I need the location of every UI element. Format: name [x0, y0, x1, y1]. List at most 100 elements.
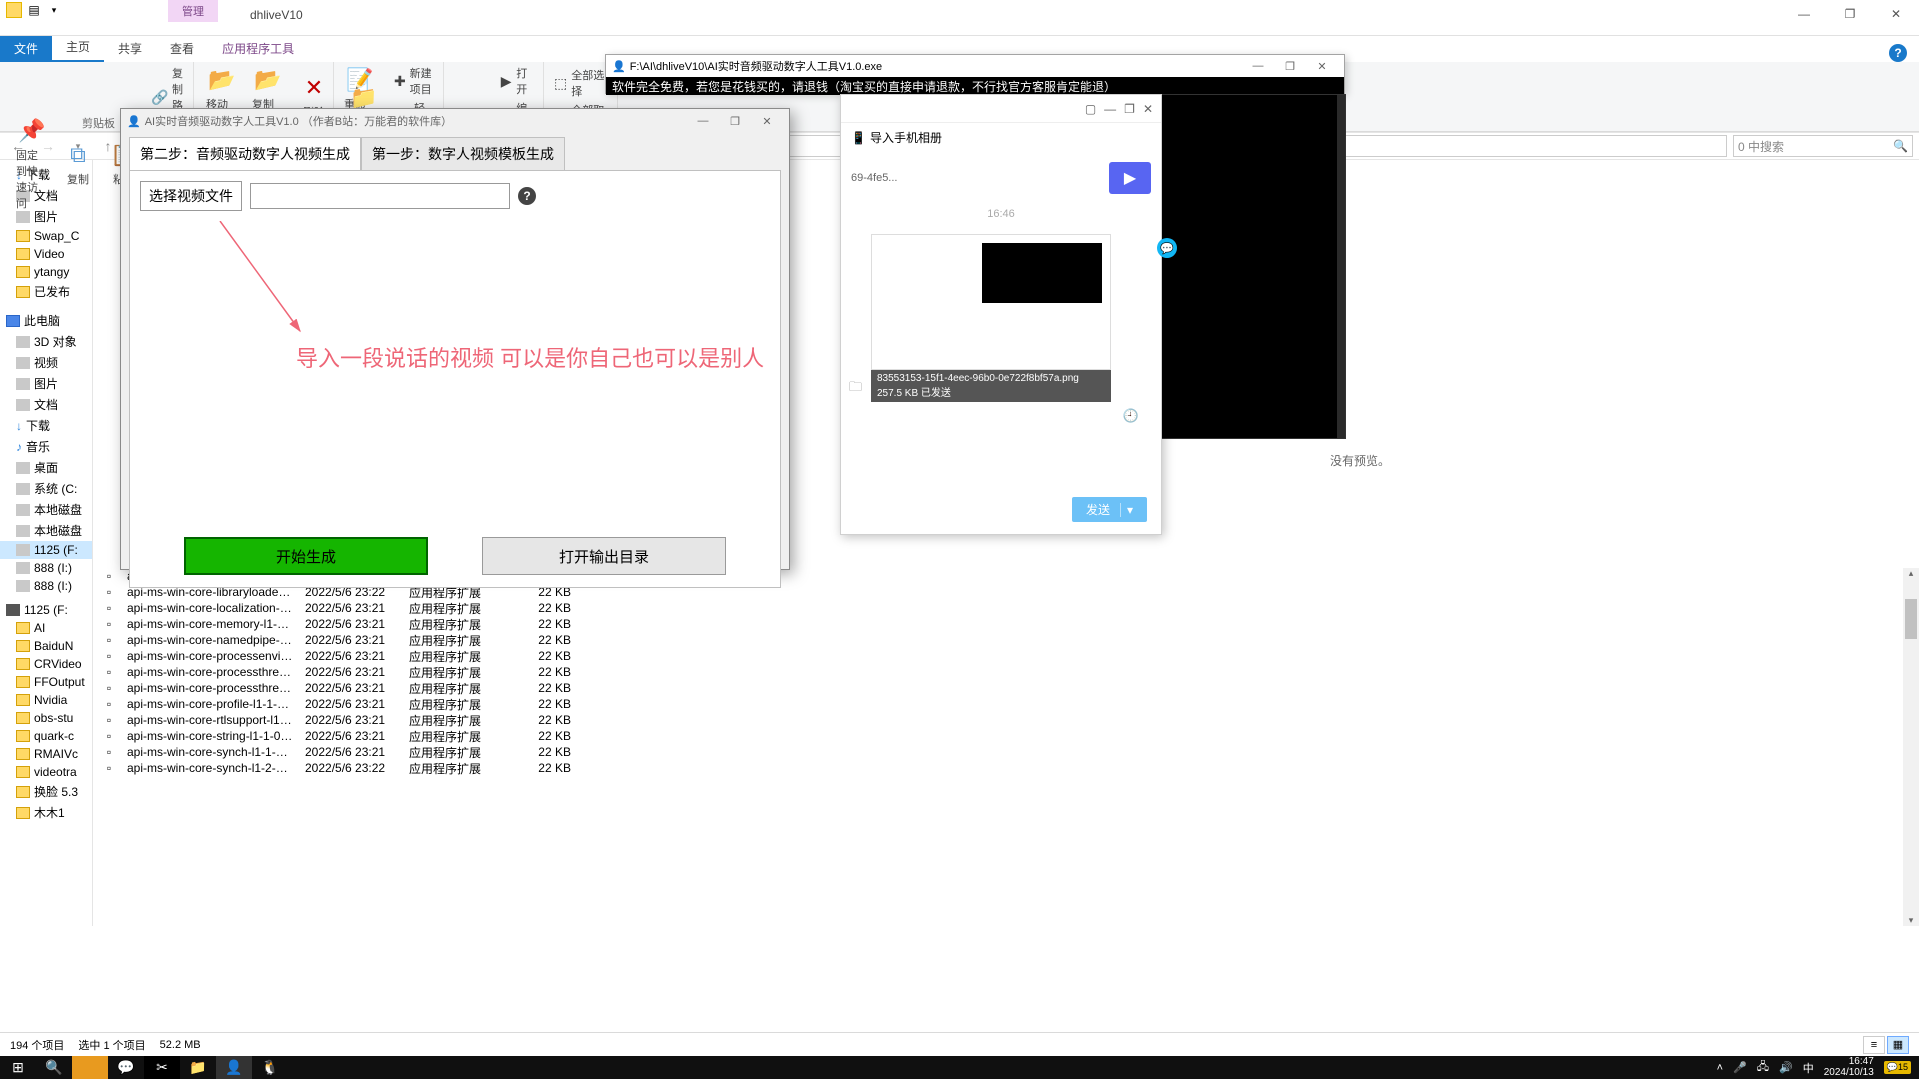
chat-titlebar[interactable]: ▢ — ❐ ✕ — [841, 95, 1161, 123]
tray-volume-icon[interactable]: 🔊 — [1779, 1061, 1793, 1074]
chat-maximize-button[interactable]: ❐ — [1124, 102, 1135, 116]
sidebar-item-thispc[interactable]: 此电脑 — [0, 310, 92, 331]
chat-image[interactable] — [871, 234, 1111, 370]
tab-app-tools[interactable]: 应用程序工具 — [208, 35, 308, 62]
open-button[interactable]: ▶打开 — [496, 64, 537, 98]
sidebar-item-published[interactable]: 已发布 — [0, 281, 92, 302]
search-button[interactable]: 🔍 — [36, 1056, 72, 1079]
sidebar-item-videotra[interactable]: videotra — [0, 763, 92, 781]
qat-dropdown-icon[interactable]: ▾ — [46, 2, 62, 18]
tray-network-icon[interactable]: 🖧 — [1757, 1058, 1769, 1077]
dialog-tab-step2[interactable]: 第二步：音频驱动数字人视频生成 — [129, 137, 361, 170]
table-row[interactable]: ▫ api-ms-win-core-memory-l1-1-0.dll 2022… — [93, 616, 1903, 632]
maximize-button[interactable]: ❐ — [1827, 0, 1873, 28]
start-generate-button[interactable]: 开始生成 — [184, 537, 428, 575]
tab-file[interactable]: 文件 — [0, 35, 52, 62]
chat-bubble[interactable]: 🗀 83553153-15f1-4eec-96b0-0e722f8bf57a.p… — [871, 234, 1151, 402]
sidebar-item-888b[interactable]: 888 (I:) — [0, 577, 92, 595]
sidebar-item-ai[interactable]: AI — [0, 619, 92, 637]
table-row[interactable]: ▫ api-ms-win-core-rtlsupport-l1-1-0.dll … — [93, 712, 1903, 728]
start-button[interactable]: ⊞ — [0, 1056, 36, 1079]
sidebar-item-desktop[interactable]: 桌面 — [0, 457, 92, 478]
sidebar-item-obs[interactable]: obs-stu — [0, 709, 92, 727]
sidebar-item-docs2[interactable]: 文档 — [0, 394, 92, 415]
task-qq-icon[interactable]: 🐧 — [252, 1056, 288, 1079]
close-button[interactable]: ✕ — [1873, 0, 1919, 28]
vertical-scrollbar[interactable]: ▴ ▾ — [1903, 568, 1919, 926]
task-aitool-icon[interactable]: 👤 — [216, 1056, 252, 1079]
chat-minimize-button[interactable]: — — [1104, 102, 1116, 116]
send-dropdown-icon[interactable]: ▾ — [1120, 503, 1133, 517]
sidebar-item-1125[interactable]: 1125 (F: — [0, 541, 92, 559]
dialog-titlebar[interactable]: 👤 AI实时音频驱动数字人工具V1.0 （作者B站：万能君的软件库） — ❐ ✕ — [121, 109, 789, 133]
navigation-pane[interactable]: ↓下载 文档 图片 Swap_C Video ytangy 已发布 此电脑 3D… — [0, 160, 93, 926]
task-explorer-icon[interactable] — [72, 1056, 108, 1079]
tab-manage[interactable]: 管理 — [168, 0, 218, 22]
video-path-input[interactable] — [250, 183, 510, 209]
sidebar-item-888[interactable]: 888 (I:) — [0, 559, 92, 577]
tray-ime[interactable]: 中 — [1803, 1060, 1814, 1076]
help-icon[interactable]: ? — [1889, 44, 1907, 62]
task-wechat-icon[interactable]: 💬 — [108, 1056, 144, 1079]
copy-button[interactable]: ⧉复制 — [56, 139, 100, 189]
chat-close-button[interactable]: ✕ — [1143, 102, 1153, 116]
select-all-button[interactable]: ⬚全部选择 — [550, 66, 611, 100]
sidebar-item-quark[interactable]: quark-c — [0, 727, 92, 745]
taskbar-clock[interactable]: 16:47 2024/10/13 — [1824, 1057, 1874, 1078]
sidebar-item-wood[interactable]: 木木1 — [0, 802, 92, 823]
preview-scrollbar[interactable] — [1337, 95, 1345, 438]
tab-share[interactable]: 共享 — [104, 35, 156, 62]
task-folder-icon[interactable]: 📁 — [180, 1056, 216, 1079]
dialog-tab-step1[interactable]: 第一步：数字人视频模板生成 — [361, 137, 565, 170]
console-titlebar[interactable]: 👤 F:\AI\dhliveV10\AI实时音频驱动数字人工具V1.0.exe … — [606, 55, 1344, 77]
sidebar-item-baidu[interactable]: BaiduN — [0, 637, 92, 655]
sidebar-item-dl2[interactable]: ↓下载 — [0, 415, 92, 436]
dialog-minimize-button[interactable]: — — [687, 111, 719, 131]
table-row[interactable]: ▫ api-ms-win-core-synch-l1-2-0.dll 2022/… — [93, 760, 1903, 776]
dialog-close-button[interactable]: ✕ — [751, 111, 783, 131]
select-video-button[interactable]: 选择视频文件 — [140, 181, 242, 211]
help-icon[interactable]: ? — [518, 187, 536, 205]
sidebar-item-music[interactable]: ♪音乐 — [0, 436, 92, 457]
table-row[interactable]: ▫ api-ms-win-core-string-l1-1-0.dll 2022… — [93, 728, 1903, 744]
notification-badge[interactable]: 💬15 — [1884, 1061, 1911, 1074]
sidebar-item-ytangy[interactable]: ytangy — [0, 263, 92, 281]
icons-view-button[interactable]: ▦ — [1887, 1036, 1909, 1054]
chat-clock-icon[interactable]: 🕘 — [851, 402, 1151, 430]
sidebar-item-3d[interactable]: 3D 对象 — [0, 331, 92, 352]
tab-view[interactable]: 查看 — [156, 35, 208, 62]
sidebar-item-local2[interactable]: 本地磁盘 — [0, 520, 92, 541]
sidebar-item-1125b[interactable]: 1125 (F: — [0, 601, 92, 619]
scrollbar-thumb[interactable] — [1905, 599, 1917, 639]
open-output-button[interactable]: 打开输出目录 — [482, 537, 726, 575]
chat-import-row[interactable]: 📱 导入手机相册 — [841, 123, 1161, 152]
file-list[interactable]: ▫ api-ms-win-core-interlocked-l1-1-0.dll… — [93, 568, 1903, 926]
table-row[interactable]: ▫ api-ms-win-core-profile-l1-1-0.dll 202… — [93, 696, 1903, 712]
new-item-button[interactable]: ✚新建项目 — [390, 64, 437, 98]
search-icon[interactable]: 🔍 — [1893, 139, 1908, 153]
chat-pin-icon[interactable]: ▢ — [1085, 102, 1096, 116]
chat-file-entry[interactable]: 69-4fe5... ▶ — [851, 162, 1151, 194]
table-row[interactable]: ▫ api-ms-win-core-processthreads-l1-1...… — [93, 680, 1903, 696]
tray-mic-icon[interactable]: 🎤 — [1733, 1061, 1747, 1074]
sidebar-item-pics2[interactable]: 图片 — [0, 373, 92, 394]
table-row[interactable]: ▫ api-ms-win-core-namedpipe-l1-1-0.dll 2… — [93, 632, 1903, 648]
minimize-button[interactable]: — — [1781, 0, 1827, 28]
sidebar-item-crvideo[interactable]: CRVideo — [0, 655, 92, 673]
send-button[interactable]: 发送 ▾ — [1072, 497, 1147, 522]
task-app-icon[interactable]: ✂ — [144, 1056, 180, 1079]
sidebar-item-rmai[interactable]: RMAIVc — [0, 745, 92, 763]
sidebar-item-local1[interactable]: 本地磁盘 — [0, 499, 92, 520]
table-row[interactable]: ▫ api-ms-win-core-processenvironmen... 2… — [93, 648, 1903, 664]
chat-play-thumb[interactable]: ▶ — [1109, 162, 1151, 194]
sidebar-item-nvidia[interactable]: Nvidia — [0, 691, 92, 709]
tray-chevron-icon[interactable]: ˄ — [1717, 1062, 1723, 1074]
details-view-button[interactable]: ≡ — [1863, 1036, 1885, 1054]
tab-home[interactable]: 主页 — [52, 33, 104, 62]
sidebar-item-face[interactable]: 换脸 5.3 — [0, 781, 92, 802]
qat-file-icon[interactable]: ▤ — [26, 2, 42, 18]
console-maximize-button[interactable]: ❐ — [1274, 56, 1306, 76]
table-row[interactable]: ▫ api-ms-win-core-synch-l1-1-0.dll 2022/… — [93, 744, 1903, 760]
sidebar-item-sys[interactable]: 系统 (C: — [0, 478, 92, 499]
sidebar-item-videos[interactable]: 视频 — [0, 352, 92, 373]
